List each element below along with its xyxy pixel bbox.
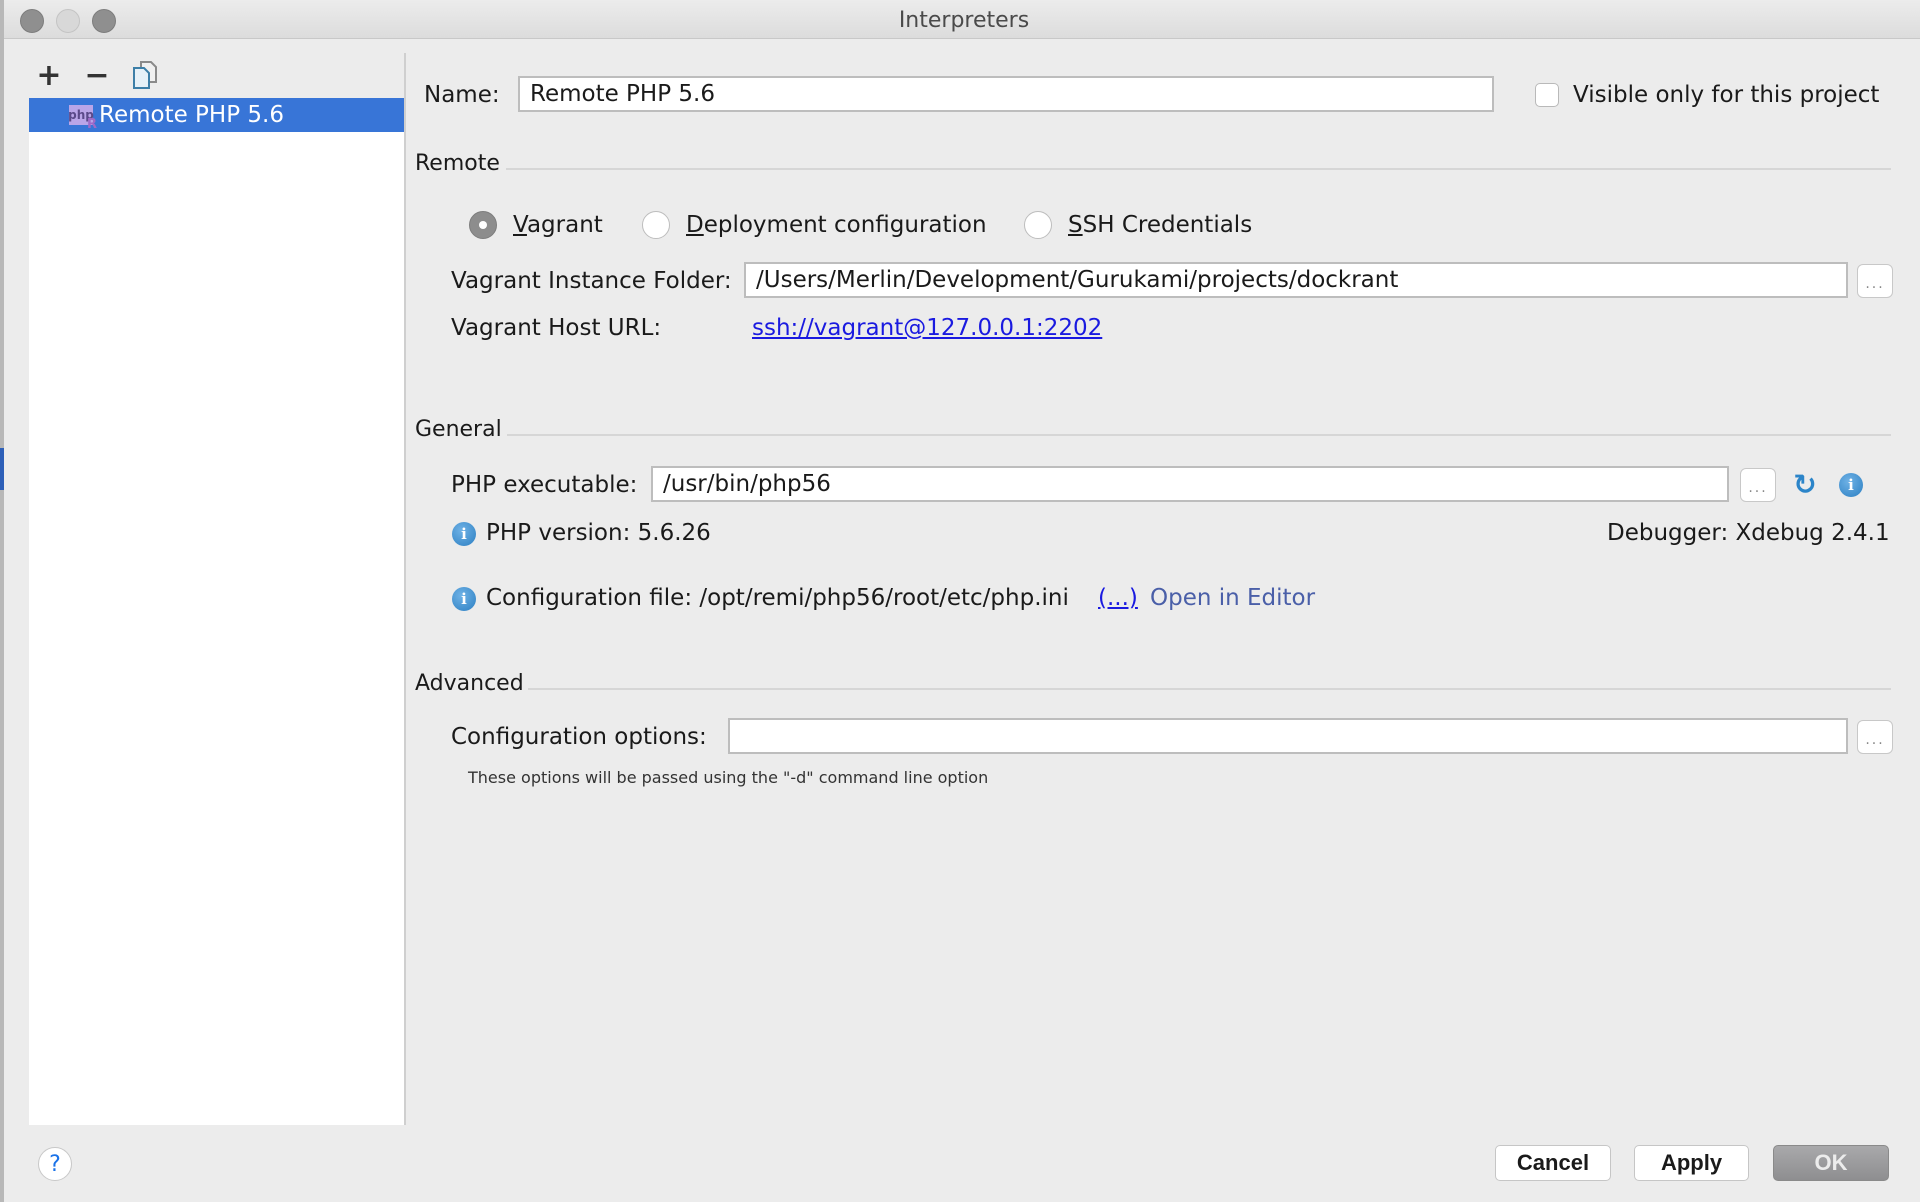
vagrant-label-text: agrant	[526, 212, 603, 238]
advanced-section-title: Advanced	[415, 671, 524, 696]
mnemonic-v: V	[513, 212, 527, 238]
php-executable-browse-button[interactable]: ...	[1740, 468, 1776, 502]
background-window-edge	[0, 448, 4, 490]
instance-folder-label: Vagrant Instance Folder:	[451, 268, 732, 294]
config-options-input[interactable]	[728, 718, 1848, 754]
instance-folder-browse-button[interactable]: ...	[1857, 264, 1893, 298]
advanced-section-divider	[528, 688, 1891, 690]
add-interpreter-button[interactable]: +	[34, 57, 64, 93]
interpreters-dialog: Interpreters + − php R Remote PHP 5.6 Na…	[0, 0, 1920, 1202]
mnemonic-s: S	[1068, 212, 1083, 238]
config-options-browse-button[interactable]: ...	[1857, 720, 1893, 754]
php-executable-input[interactable]	[651, 466, 1729, 502]
splitter[interactable]	[404, 53, 406, 1125]
mnemonic-d: D	[686, 212, 704, 238]
host-url-link[interactable]: ssh://vagrant@127.0.0.1:2202	[752, 315, 1102, 341]
general-section-divider	[507, 434, 1891, 436]
remove-interpreter-button[interactable]: −	[82, 57, 112, 93]
php-info-icon[interactable]: i	[1839, 473, 1863, 497]
vagrant-radio-label[interactable]: Vagrant	[513, 212, 603, 238]
window-title: Interpreters	[898, 8, 1030, 33]
general-section-title: General	[415, 417, 502, 442]
host-url-label: Vagrant Host URL:	[451, 315, 662, 341]
sidebar-toolbar: + −	[34, 57, 160, 93]
open-in-editor-link[interactable]: Open in Editor	[1150, 585, 1315, 611]
name-input[interactable]	[518, 76, 1494, 112]
config-file-text: Configuration file: /opt/remi/php56/root…	[486, 585, 1069, 611]
plus-icon: +	[36, 57, 62, 93]
title-bar: Interpreters	[4, 0, 1920, 39]
info-icon: i	[452, 522, 476, 546]
apply-button[interactable]: Apply	[1634, 1145, 1749, 1181]
remote-section-title: Remote	[415, 151, 500, 176]
reload-icon[interactable]: ↻	[1790, 468, 1820, 501]
ssh-credentials-radio[interactable]	[1024, 211, 1052, 239]
deployment-label-text: eployment configuration	[703, 212, 987, 238]
visible-only-label: Visible only for this project	[1573, 82, 1880, 108]
ssh-label-text: SH Credentials	[1082, 212, 1253, 238]
deployment-config-radio[interactable]	[642, 211, 670, 239]
instance-folder-input[interactable]	[744, 262, 1848, 298]
cancel-button[interactable]: Cancel	[1495, 1145, 1611, 1181]
ssh-credentials-radio-label[interactable]: SSH Credentials	[1068, 212, 1252, 238]
copy-interpreter-button[interactable]	[130, 60, 160, 90]
visible-only-checkbox[interactable]	[1535, 83, 1559, 107]
php-remote-icon: php R	[68, 105, 97, 132]
minus-icon: −	[84, 57, 110, 93]
name-label: Name:	[424, 82, 500, 108]
remote-badge: R	[86, 117, 97, 132]
remote-section-divider	[506, 168, 1891, 170]
interpreter-list-item[interactable]: php R Remote PHP 5.6	[29, 98, 404, 132]
vagrant-radio[interactable]	[469, 211, 497, 239]
help-button[interactable]: ?	[38, 1147, 72, 1181]
php-executable-label: PHP executable:	[451, 472, 638, 498]
config-file-more-link[interactable]: (...)	[1098, 585, 1138, 611]
ok-button[interactable]: OK	[1773, 1145, 1889, 1181]
interpreter-label: Remote PHP 5.6	[99, 102, 284, 128]
copy-icon	[133, 61, 157, 89]
php-version-text: PHP version: 5.6.26	[486, 520, 711, 546]
deployment-config-radio-label[interactable]: Deployment configuration	[686, 212, 987, 238]
debugger-text: Debugger: Xdebug 2.4.1	[1607, 520, 1890, 546]
config-options-label: Configuration options:	[451, 724, 707, 750]
config-options-hint: These options will be passed using the "…	[468, 768, 989, 787]
info-icon: i	[452, 587, 476, 611]
interpreter-list: php R Remote PHP 5.6	[29, 98, 404, 1125]
